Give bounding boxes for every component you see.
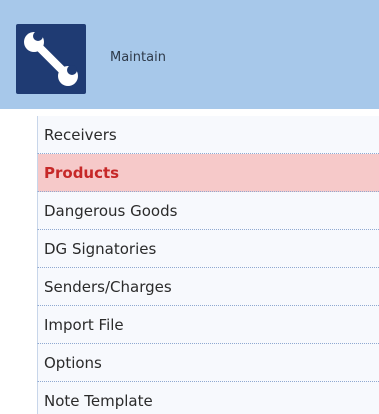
wrench-icon [16, 24, 86, 94]
menu-item-receivers[interactable]: Receivers [37, 116, 379, 154]
menu-item-dangerous-goods[interactable]: Dangerous Goods [37, 192, 379, 230]
menu-item-senders-charges[interactable]: Senders/Charges [37, 268, 379, 306]
maintain-menu: Receivers Products Dangerous Goods DG Si… [37, 116, 379, 414]
menu-item-products[interactable]: Products [37, 154, 379, 192]
maintain-panel: Maintain Receivers Products Dangerous Go… [0, 0, 379, 414]
maintain-header[interactable]: Maintain [0, 0, 379, 109]
menu-item-options[interactable]: Options [37, 344, 379, 382]
menu-item-dg-signatories[interactable]: DG Signatories [37, 230, 379, 268]
header-title: Maintain [110, 50, 166, 65]
menu-item-import-file[interactable]: Import File [37, 306, 379, 344]
menu-item-note-template[interactable]: Note Template [37, 382, 379, 414]
